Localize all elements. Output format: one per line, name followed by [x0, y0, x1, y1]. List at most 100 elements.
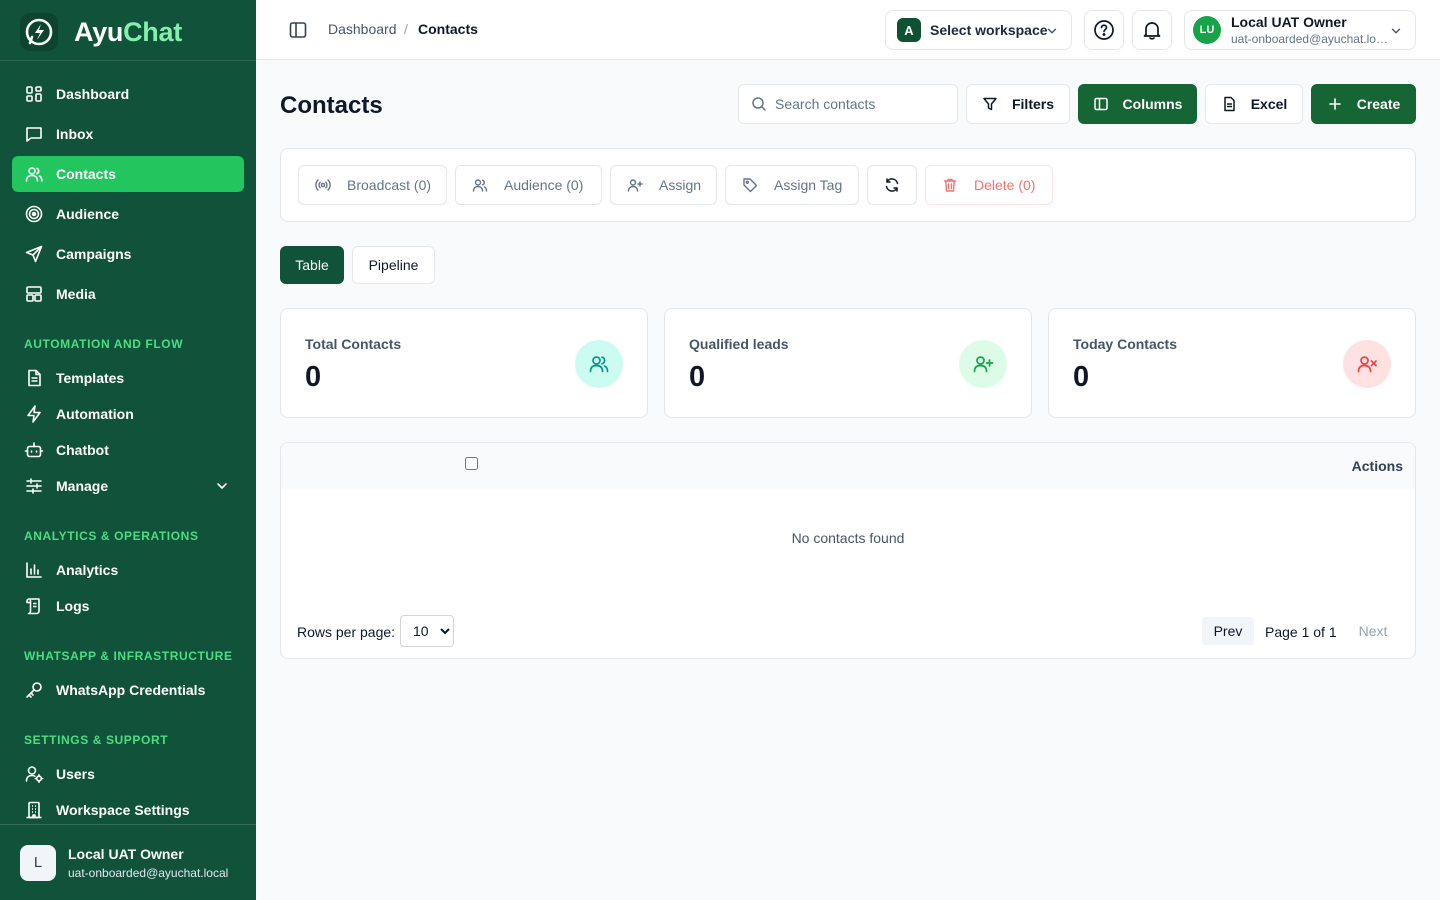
rows-per-page-select[interactable]: 10 [400, 615, 454, 647]
sidebar-item-label: Dashboard [56, 86, 130, 102]
create-label: Create [1356, 96, 1401, 112]
prev-page-button[interactable]: Prev [1202, 617, 1254, 645]
stat-card-today-contacts: Today Contacts 0 [1048, 308, 1416, 418]
brand[interactable]: AyuChat [20, 12, 182, 52]
workspace-badge: A [897, 18, 921, 42]
columns-label: Columns [1122, 96, 1183, 112]
sidebar-item-whatsapp-credentials[interactable]: WhatsApp Credentials [12, 672, 244, 708]
users-icon [575, 340, 623, 388]
sidebar-user-name: Local UAT Owner [68, 845, 184, 862]
audience-button[interactable]: Audience (0) [455, 165, 602, 205]
layout-icon [26, 286, 42, 302]
avatar: L [20, 844, 56, 881]
stat-value: 0 [305, 361, 322, 393]
sidebar-item-label: Workspace Settings [56, 802, 190, 818]
assign-label: Assign [659, 177, 702, 193]
sidebar-divider [0, 60, 256, 61]
sidebar-item-analytics[interactable]: Analytics [12, 552, 244, 588]
sidebar-item-contacts[interactable]: Contacts [12, 156, 244, 192]
avatar: LU [1193, 16, 1221, 44]
filters-button[interactable]: Filters [966, 84, 1070, 124]
stat-card-total-contacts: Total Contacts 0 [280, 308, 648, 418]
table-header: Actions [281, 443, 1415, 489]
send-icon [25, 245, 43, 263]
sidebar-item-users[interactable]: Users [12, 756, 244, 792]
sidebar-item-label: WhatsApp Credentials [56, 682, 206, 698]
sliders-icon [26, 478, 42, 494]
section-title-analytics: ANALYTICS & OPERATIONS [24, 529, 199, 543]
sidebar-item-campaigns[interactable]: Campaigns [12, 236, 244, 272]
assign-tag-label: Assign Tag [774, 177, 843, 193]
sidebar-item-label: Analytics [56, 562, 119, 578]
users-icon [472, 179, 488, 192]
user-plus-icon [627, 179, 643, 192]
view-table-button[interactable]: Table [280, 246, 344, 284]
view-pipeline-button[interactable]: Pipeline [352, 246, 435, 284]
users-icon [25, 167, 43, 182]
page-info: Page 1 of 1 [1265, 624, 1337, 640]
file-text-icon [1223, 96, 1235, 112]
refresh-button[interactable] [867, 165, 917, 205]
grid-icon [26, 86, 42, 102]
assign-tag-button[interactable]: Assign Tag [725, 165, 859, 205]
stat-label: Qualified leads [689, 336, 789, 352]
audience-label: Audience (0) [504, 177, 584, 193]
scroll-icon [26, 598, 40, 615]
sidebar-item-chatbot[interactable]: Chatbot [12, 432, 244, 468]
file-text-icon [28, 369, 41, 387]
search-input[interactable] [775, 96, 945, 112]
assign-button[interactable]: Assign [610, 165, 717, 205]
notifications-button[interactable] [1132, 10, 1172, 50]
sidebar-item-automation[interactable]: Automation [12, 396, 244, 432]
next-page-button[interactable]: Next [1349, 617, 1397, 645]
sidebar-item-audience[interactable]: Audience [12, 196, 244, 232]
sidebar-item-label: Audience [56, 206, 120, 222]
breadcrumb-separator: / [404, 21, 408, 37]
sidebar-item-inbox[interactable]: Inbox [12, 116, 244, 152]
user-cog-icon [25, 766, 44, 783]
sidebar-item-label: Automation [56, 406, 134, 422]
section-title-automation: AUTOMATION AND FLOW [24, 337, 184, 351]
bar-chart-icon [26, 562, 42, 578]
breadcrumb-dashboard[interactable]: Dashboard [328, 21, 397, 37]
sidebar-item-manage[interactable]: Manage [12, 468, 244, 504]
user-name: Local UAT Owner [1231, 14, 1347, 30]
sidebar-item-label: Chatbot [56, 442, 109, 458]
delete-button[interactable]: Delete (0) [925, 165, 1053, 205]
workspace-select[interactable]: A Select workspace [885, 10, 1072, 50]
search-box [738, 84, 958, 124]
user-menu[interactable]: LU Local UAT Owner uat-onboarded@ayuchat… [1184, 10, 1416, 50]
zap-icon [27, 405, 41, 423]
sidebar-item-templates[interactable]: Templates [12, 360, 244, 396]
create-button[interactable]: Create [1311, 84, 1416, 124]
sidebar-user-card[interactable]: L Local UAT Owner uat-onboarded@ayuchat.… [0, 824, 256, 900]
bolt-chat-icon [20, 13, 58, 51]
rows-per-page-label: Rows per page: [297, 624, 396, 640]
sidebar-item-label: Manage [56, 478, 109, 494]
tag-icon [743, 178, 758, 193]
user-plus-icon [959, 340, 1007, 388]
sidebar-item-label: Contacts [56, 166, 116, 182]
user-email: uat-onboarded@ayuchat.local [1231, 32, 1391, 46]
columns-button[interactable]: Columns [1078, 84, 1197, 124]
help-button[interactable] [1084, 10, 1124, 50]
message-icon [26, 127, 42, 142]
chevron-down-icon [1391, 28, 1401, 34]
select-all-checkbox[interactable] [465, 457, 478, 470]
chevron-down-icon[interactable] [214, 478, 230, 494]
stat-value: 0 [1073, 361, 1090, 393]
sidebar-toggle-icon[interactable] [288, 20, 308, 40]
bell-icon [1143, 22, 1161, 40]
stat-label: Total Contacts [305, 336, 402, 352]
trash-icon [943, 178, 957, 192]
sidebar-item-media[interactable]: Media [12, 276, 244, 312]
sidebar-item-workspace-settings[interactable]: Workspace Settings [12, 792, 244, 828]
sidebar-item-label: Logs [56, 598, 90, 614]
topbar: Dashboard / Contacts A Select workspace … [256, 0, 1440, 60]
sidebar-item-logs[interactable]: Logs [12, 588, 244, 624]
broadcast-button[interactable]: Broadcast (0) [298, 165, 447, 205]
sidebar-item-dashboard[interactable]: Dashboard [12, 76, 244, 112]
excel-button[interactable]: Excel [1205, 84, 1303, 124]
filters-label: Filters [1011, 96, 1054, 112]
plus-icon [1328, 98, 1341, 110]
